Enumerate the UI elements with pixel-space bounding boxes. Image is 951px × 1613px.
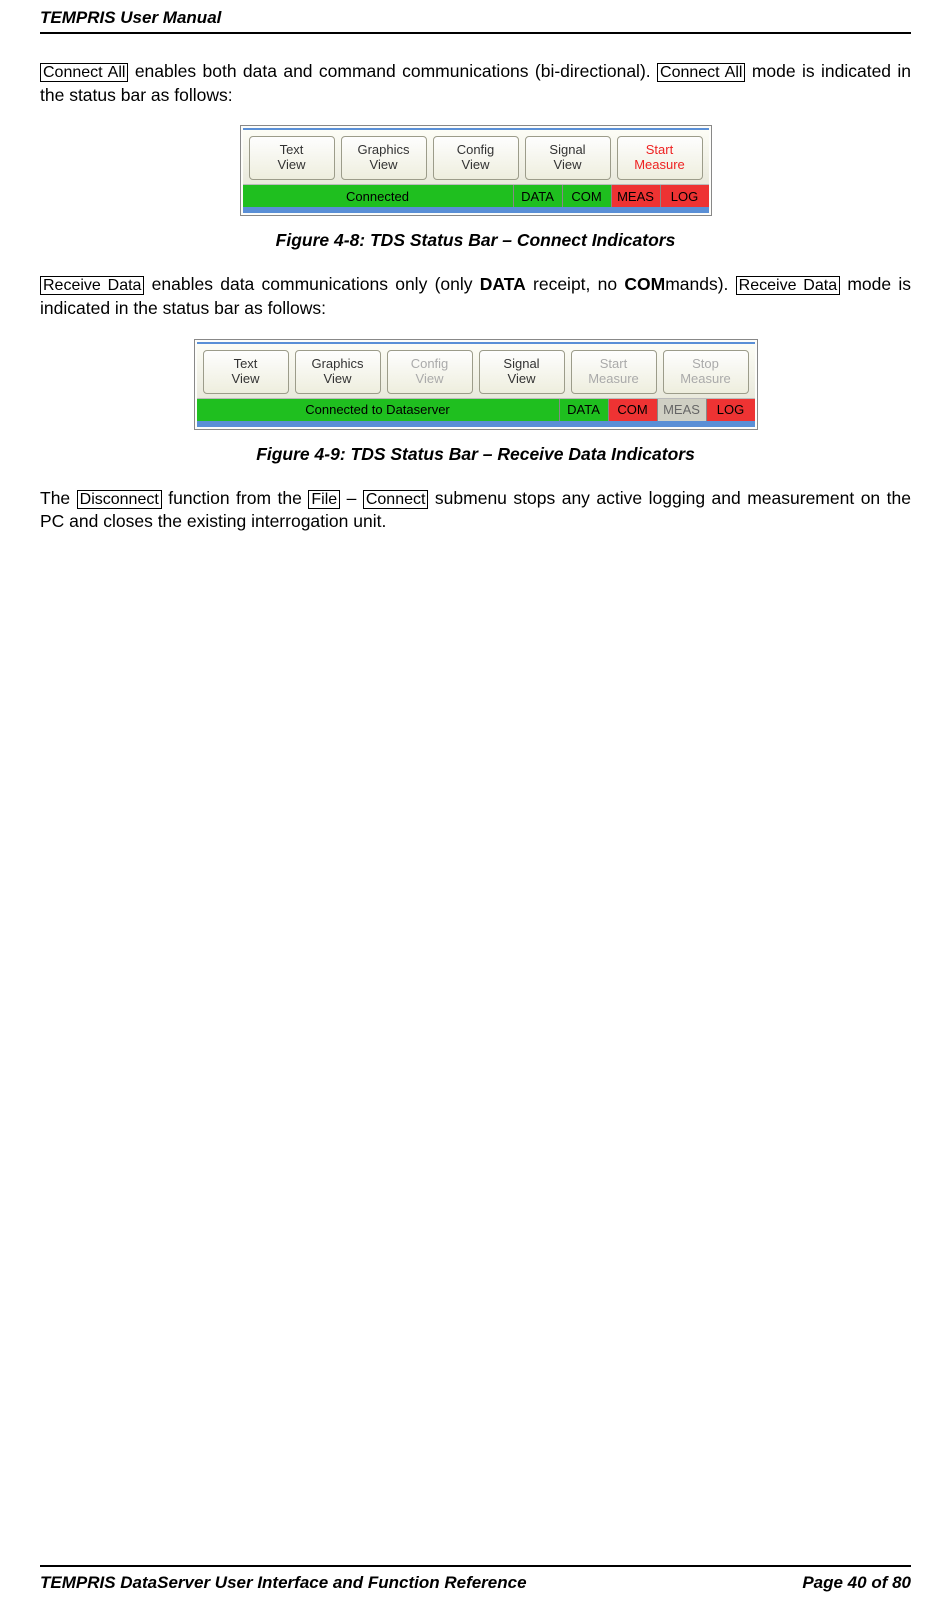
status-indicator: LOG xyxy=(706,399,755,421)
toolbar-button[interactable]: TextView xyxy=(203,350,289,394)
bold-text: COM xyxy=(624,274,665,294)
status-indicator: DATA xyxy=(559,399,608,421)
status-indicator: MEAS xyxy=(611,185,660,207)
text: The xyxy=(40,488,77,508)
ui-ref-file: File xyxy=(308,490,340,509)
paragraph-disconnect: The Disconnect function from the File – … xyxy=(40,487,911,534)
figure-4-8: TextViewGraphicsViewConfigViewSignalView… xyxy=(40,125,911,216)
paragraph-receive-data: Receive Data enables data communications… xyxy=(40,273,911,320)
footer-title: TEMPRIS DataServer User Interface and Fu… xyxy=(40,1573,527,1593)
text: enables data communications only (only xyxy=(144,274,479,294)
ui-ref-connect: Connect xyxy=(363,490,429,509)
toolbar-button[interactable]: GraphicsView xyxy=(295,350,381,394)
figure-caption: Figure 4-8: TDS Status Bar – Connect Ind… xyxy=(40,230,911,251)
paragraph-connect-all: Connect All enables both data and comman… xyxy=(40,60,911,107)
status-indicator: DATA xyxy=(513,185,562,207)
status-indicator: LOG xyxy=(660,185,709,207)
status-indicator: MEAS xyxy=(657,399,706,421)
ui-ref-connect-all: Connect All xyxy=(657,63,745,82)
toolbar-button[interactable]: StopMeasure xyxy=(663,350,749,394)
bold-text: DATA xyxy=(480,274,526,294)
text: function from the xyxy=(162,488,309,508)
page-number: Page 40 of 80 xyxy=(802,1573,911,1593)
toolbar-screenshot: TextViewGraphicsViewConfigViewSignalView… xyxy=(194,339,758,430)
toolbar-button[interactable]: GraphicsView xyxy=(341,136,427,180)
text: mands). xyxy=(665,274,735,294)
ui-ref-connect-all: Connect All xyxy=(40,63,128,82)
toolbar-button[interactable]: StartMeasure xyxy=(571,350,657,394)
text: receipt, no xyxy=(526,274,625,294)
toolbar-button[interactable]: TextView xyxy=(249,136,335,180)
ui-ref-disconnect: Disconnect xyxy=(77,490,162,509)
toolbar-button[interactable]: ConfigView xyxy=(433,136,519,180)
toolbar-button[interactable]: SignalView xyxy=(525,136,611,180)
text: – xyxy=(340,488,363,508)
toolbar-button[interactable]: StartMeasure xyxy=(617,136,703,180)
toolbar-button[interactable]: SignalView xyxy=(479,350,565,394)
status-text: Connected to Dataserver xyxy=(197,399,559,421)
status-text: Connected xyxy=(243,185,513,207)
ui-ref-receive-data: Receive Data xyxy=(40,276,144,295)
page-footer: TEMPRIS DataServer User Interface and Fu… xyxy=(40,1565,911,1593)
toolbar-button[interactable]: ConfigView xyxy=(387,350,473,394)
status-indicator: COM xyxy=(562,185,611,207)
status-indicator: COM xyxy=(608,399,657,421)
ui-ref-receive-data: Receive Data xyxy=(736,276,840,295)
manual-title: TEMPRIS User Manual xyxy=(40,8,221,27)
toolbar-screenshot: TextViewGraphicsViewConfigViewSignalView… xyxy=(240,125,712,216)
figure-caption: Figure 4-9: TDS Status Bar – Receive Dat… xyxy=(40,444,911,465)
text: enables both data and command communicat… xyxy=(128,61,657,81)
page-header: TEMPRIS User Manual xyxy=(40,0,911,34)
figure-4-9: TextViewGraphicsViewConfigViewSignalView… xyxy=(40,339,911,430)
